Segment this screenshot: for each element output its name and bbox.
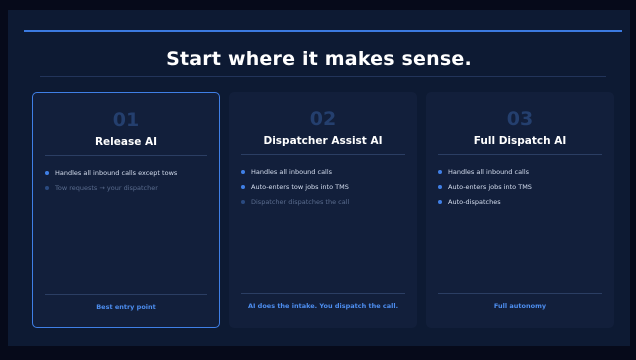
feature-item: Handles all inbound calls except tows (45, 167, 211, 182)
bullet-dot-icon (45, 186, 49, 190)
feature-item: Auto-enters jobs into TMS (438, 181, 606, 196)
card-divider (438, 154, 602, 155)
card-number: 01 (112, 109, 140, 131)
card-title: Dispatcher Assist AI (263, 135, 383, 147)
plan-card-full-dispatch-ai[interactable]: 03 Full Dispatch AI Handles all inbound … (426, 92, 614, 328)
top-accent-rule (24, 30, 622, 32)
bullet-dot-icon (45, 171, 49, 175)
bullet-dot-icon (438, 200, 442, 204)
feature-item: Auto-dispatches (438, 196, 606, 211)
feature-list: Handles all inbound calls Auto-enters jo… (438, 166, 606, 211)
card-footer-tagline: Full autonomy (493, 302, 547, 310)
page-title: Start where it makes sense. (166, 48, 472, 70)
card-footer-divider (438, 293, 602, 294)
card-footer-divider (241, 293, 405, 294)
feature-item: Dispatcher dispatches the call (241, 196, 409, 211)
bullet-dot-icon (438, 185, 442, 189)
feature-item: Tow requests → your dispatcher (45, 182, 211, 197)
feature-item: Handles all inbound calls (438, 166, 606, 181)
card-title: Release AI (94, 136, 158, 148)
card-divider (45, 155, 207, 156)
bullet-dot-icon (241, 200, 245, 204)
feature-item: Handles all inbound calls (241, 166, 409, 181)
plan-card-release-ai[interactable]: 01 Release AI Handles all inbound calls … (32, 92, 220, 328)
feature-list: Handles all inbound calls Auto-enters to… (241, 166, 409, 211)
plan-card-dispatcher-assist-ai[interactable]: 02 Dispatcher Assist AI Handles all inbo… (229, 92, 417, 328)
feature-list: Handles all inbound calls except tows To… (45, 167, 211, 197)
feature-item: Auto-enters tow jobs into TMS (241, 181, 409, 196)
title-divider (40, 76, 606, 77)
slide: Start where it makes sense. 01 Release A… (8, 10, 630, 346)
bullet-dot-icon (241, 170, 245, 174)
card-title: Full Dispatch AI (473, 135, 567, 147)
card-number: 02 (309, 108, 337, 130)
card-footer-tagline: AI does the intake. You dispatch the cal… (247, 302, 399, 310)
card-divider (241, 154, 405, 155)
card-footer-tagline: Best entry point (96, 303, 156, 311)
card-footer-divider (45, 294, 207, 295)
bullet-dot-icon (241, 185, 245, 189)
card-number: 03 (506, 108, 534, 130)
bullet-dot-icon (438, 170, 442, 174)
